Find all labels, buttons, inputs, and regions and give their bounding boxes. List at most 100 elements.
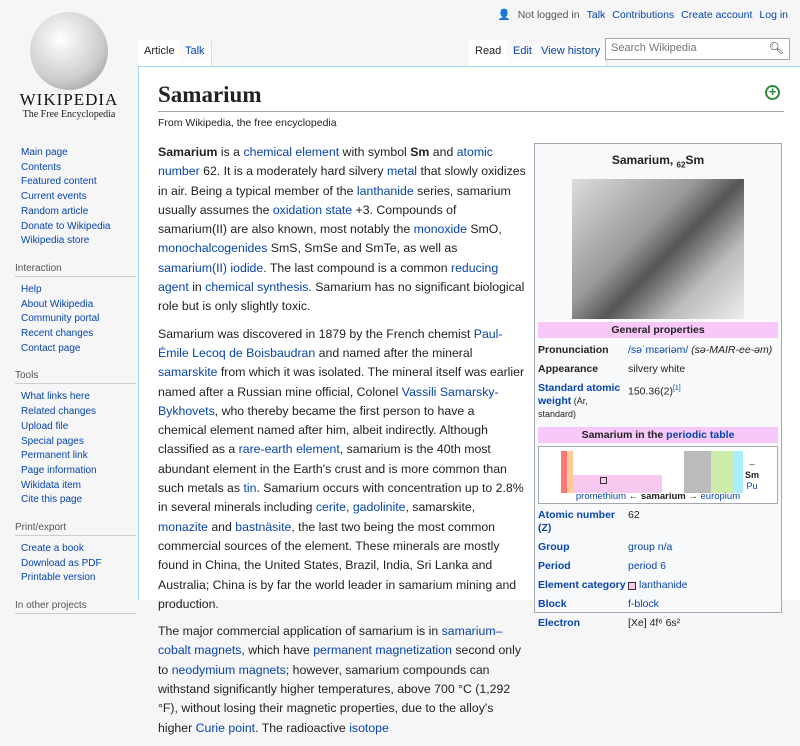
pt-header-text: Samarium in the (581, 429, 667, 442)
pronunciation-ipa[interactable]: /səˈmɛəriəm/ (628, 344, 688, 356)
infobox-row-label[interactable]: Atomic number (Z) (538, 509, 628, 535)
sidebar-navigation: Main page Contents Featured content Current… (21, 146, 136, 249)
article-link[interactable]: metal (387, 164, 417, 178)
infobox-row-label[interactable]: Electron (538, 617, 628, 630)
text-run: , which have (241, 643, 314, 658)
article-body: Samarium is a chemical element with symb… (158, 143, 526, 746)
sidebar-link[interactable]: Wikidata item (21, 479, 136, 494)
page-title: Samarium (158, 82, 784, 112)
sidebar-link[interactable]: Wikipedia store (21, 234, 136, 249)
infobox-row-value[interactable]: f-block (628, 598, 659, 611)
search-icon[interactable]: 🔍︎ (769, 41, 784, 55)
text-run: with symbol (339, 145, 411, 159)
sidebar-link[interactable]: Help (21, 283, 136, 298)
periodic-table-mini[interactable]: – Sm Pu promethium ← samarium → europium (538, 446, 778, 505)
prev-element-link[interactable]: promethium (576, 491, 626, 502)
article-link[interactable]: samarium(II) iodide (158, 261, 263, 275)
article-link[interactable]: gadolinite (353, 500, 406, 514)
infobox-row-value: 62 (628, 509, 640, 522)
article-link[interactable]: chemical synthesis (205, 280, 308, 294)
samarium-image[interactable] (572, 179, 744, 320)
search-placeholder: Search Wikipedia (611, 42, 697, 54)
next-element-link[interactable]: europium (701, 491, 741, 502)
wikipedia-logo[interactable]: Wikipedia The Free Encyclopedia (0, 0, 138, 130)
not-logged-in: Not logged in (517, 8, 580, 21)
sidebar-link[interactable]: Recent changes (21, 327, 136, 342)
talk-link[interactable]: Talk (587, 9, 606, 21)
text-run: and (429, 145, 457, 159)
infobox-row: Electron [Xe] 4f⁶ 6s² (538, 614, 778, 633)
infobox-row-label[interactable]: Period (538, 560, 628, 573)
sidebar-link[interactable]: Related changes (21, 405, 136, 420)
sidebar-link[interactable]: Current events (21, 190, 136, 205)
sidebar-link[interactable]: Main page (21, 146, 136, 161)
sidebar-link[interactable]: Contact page (21, 342, 136, 357)
paragraph: Samarium is a chemical element with symb… (158, 143, 526, 317)
infobox-row-value[interactable]: group n/a (628, 541, 672, 554)
infobox-title-text: Samarium, (611, 153, 677, 167)
article-link[interactable]: neodymium magnets (172, 663, 286, 677)
above-element: – (749, 459, 755, 470)
create-account-link[interactable]: Create account (681, 9, 752, 21)
sidebar-link[interactable]: Special pages (21, 435, 136, 450)
sidebar-other-projects: In other projects (15, 600, 136, 615)
sidebar-link[interactable]: Upload file (21, 420, 136, 435)
article-link[interactable]: bastnäsite (235, 520, 291, 534)
sidebar-link[interactable]: About Wikipedia (21, 298, 136, 313)
article-link[interactable]: monazite (158, 520, 208, 534)
infobox-row: Atomic number (Z) 62 (538, 506, 778, 538)
sidebar-link[interactable]: Permanent link (21, 449, 136, 464)
search-input[interactable]: Search Wikipedia 🔍︎ (605, 38, 790, 60)
infobox-row: Group group n/a (538, 538, 778, 557)
log-in-link[interactable]: Log in (759, 9, 788, 21)
sidebar-link[interactable]: Page information (21, 464, 136, 479)
tab-read[interactable]: Read (469, 40, 509, 66)
sidebar-link[interactable]: Download as PDF (21, 557, 136, 572)
sidebar-link[interactable]: Random article (21, 205, 136, 220)
infobox-row: Element category lanthanide (538, 576, 778, 595)
article-link[interactable]: Curie point (196, 721, 255, 735)
appearance-label: Appearance (538, 363, 599, 376)
infobox-row-value[interactable]: lanthanide (639, 579, 687, 592)
add-icon[interactable]: + (765, 85, 780, 100)
infobox-row-value[interactable]: period 6 (628, 560, 666, 573)
text-run: , (345, 500, 353, 515)
infobox-row: Block f-block (538, 595, 778, 614)
text-run: The major commercial application of sama… (158, 624, 442, 639)
text-run: and (207, 519, 236, 534)
infobox-row-label[interactable]: Element category (538, 579, 628, 592)
tab-view-history[interactable]: View history (535, 40, 608, 66)
tab-talk[interactable]: Talk (179, 40, 212, 66)
article-link[interactable]: isotope (349, 721, 389, 735)
text-run: . The last compound is a common (263, 260, 451, 275)
article-link[interactable]: samarskite (158, 365, 217, 379)
article-link[interactable]: cerite (316, 500, 346, 514)
article-link[interactable]: rare-earth element (239, 442, 340, 456)
article-link[interactable]: permanent magnetization (313, 643, 452, 657)
contributions-link[interactable]: Contributions (612, 9, 674, 21)
sidebar-link[interactable]: What links here (21, 390, 136, 405)
sidebar-link[interactable]: Printable version (21, 571, 136, 586)
article-link[interactable]: monoxide (414, 222, 467, 236)
text-run: , samarskite, (405, 500, 476, 515)
standard-atomic-weight-link[interactable]: Standard atomic weight (Ar, standard) (538, 382, 628, 421)
sidebar-link[interactable]: Featured content (21, 175, 136, 190)
article-link[interactable]: lanthanide (357, 184, 414, 198)
infobox-row-label[interactable]: Block (538, 598, 628, 611)
sidebar-link[interactable]: Contents (21, 161, 136, 176)
sidebar-link[interactable]: Community portal (21, 312, 136, 327)
article-link[interactable]: chemical element (243, 145, 339, 159)
infobox-row-label[interactable]: Group (538, 541, 628, 554)
sidebar-link[interactable]: Create a book (21, 542, 136, 557)
tab-article[interactable]: Article (138, 40, 182, 66)
sidebar-link[interactable]: Donate to Wikipedia (21, 220, 136, 235)
reference-1[interactable]: [1] (673, 385, 681, 392)
globe-icon (30, 12, 108, 90)
sidebar-link[interactable]: Cite this page (21, 493, 136, 508)
logo-tagline: The Free Encyclopedia (22, 109, 116, 120)
article-link[interactable]: oxidation state (273, 203, 352, 217)
periodic-table-link[interactable]: periodic table (666, 429, 734, 441)
article-link[interactable]: tin (243, 481, 256, 495)
article-link[interactable]: monochalcogenides (158, 241, 267, 255)
user-icon: 👤 (497, 9, 511, 21)
